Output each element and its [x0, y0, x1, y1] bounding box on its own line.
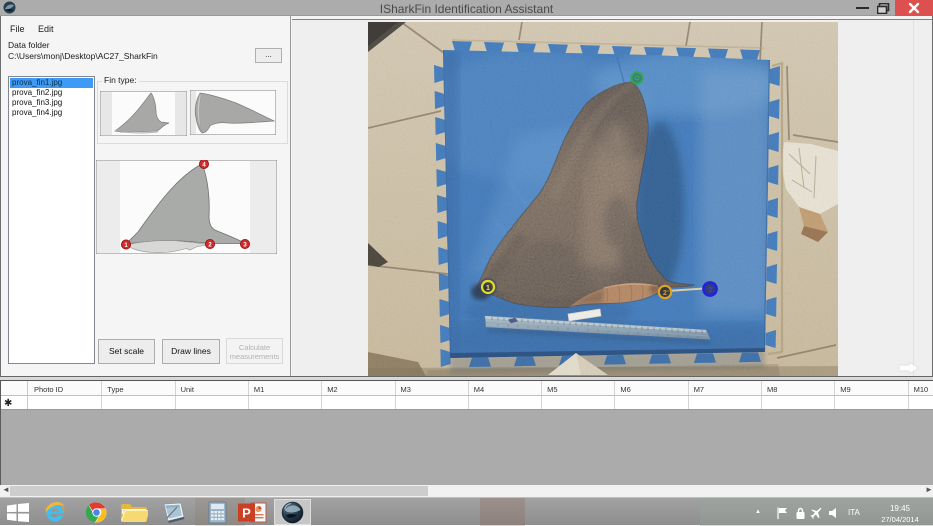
svg-text:P: P	[242, 506, 251, 521]
